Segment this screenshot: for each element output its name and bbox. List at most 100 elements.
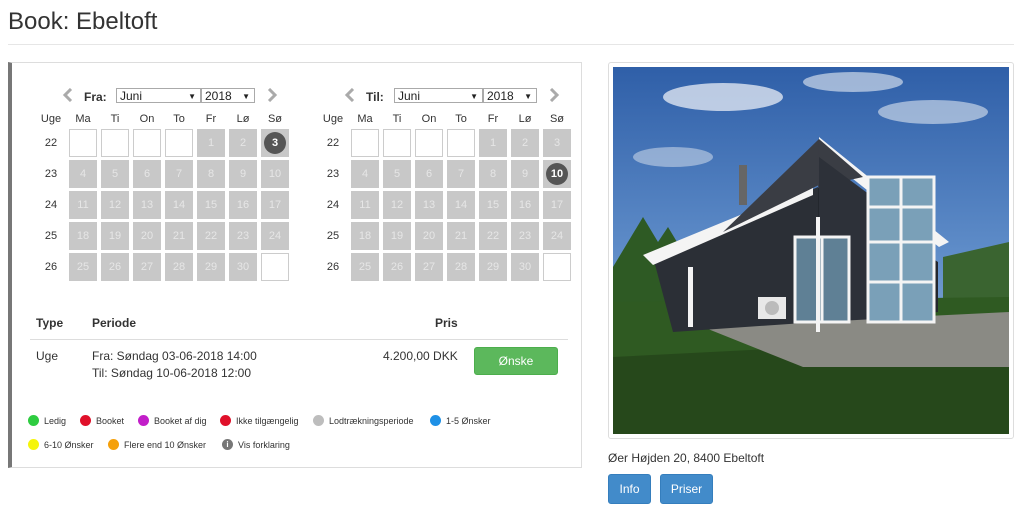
calendar-day[interactable]: 3 [543,129,571,157]
wish-button[interactable]: Ønske [474,347,558,375]
calendar-day[interactable]: 20 [415,222,443,250]
day-header: Ma [75,113,91,125]
calendar-day[interactable]: 9 [511,160,539,188]
calendar-day-empty[interactable] [69,129,97,157]
info-button[interactable]: Info [608,474,651,504]
next-month-icon[interactable] [548,88,560,102]
to-year-select[interactable]: 2018 ▼ [483,88,537,103]
calendar-day[interactable]: 11 [351,191,379,219]
calendar-day[interactable]: 8 [479,160,507,188]
info-icon: i [222,439,233,451]
year-value: 2018 [487,89,514,103]
calendar-day[interactable]: 2 [511,129,539,157]
calendar-day[interactable]: 21 [165,222,193,250]
calendar-day[interactable]: 26 [101,253,129,281]
calendar-day[interactable]: 1 [479,129,507,157]
calendar-day[interactable]: 5 [101,160,129,188]
to-month-select[interactable]: Juni ▼ [394,88,483,103]
calendar-day[interactable]: 12 [101,191,129,219]
to-label: Til: [366,90,384,104]
calendar-day[interactable]: 6 [133,160,161,188]
calendar-day[interactable]: 18 [351,222,379,250]
booking-price: 4.200,00 DKK [383,349,458,363]
calendar-day[interactable]: 2 [229,129,257,157]
calendar-day-empty[interactable] [133,129,161,157]
calendar-day[interactable]: 23 [511,222,539,250]
calendar-day[interactable]: 11 [69,191,97,219]
calendar-day[interactable]: 7 [165,160,193,188]
calendar-day[interactable]: 17 [543,191,571,219]
legend-item-lodtraekning: Lodtrækningsperiode [313,415,414,427]
calendar-day[interactable]: 9 [229,160,257,188]
calendar-day-selected[interactable]: 3 [261,129,289,157]
prev-month-icon[interactable] [344,88,356,102]
calendar-day[interactable]: 7 [447,160,475,188]
calendar-day[interactable]: 6 [415,160,443,188]
calendar-day-empty[interactable] [261,253,289,281]
calendar-day[interactable]: 25 [351,253,379,281]
property-image-frame [608,62,1014,439]
calendar-day[interactable]: 27 [133,253,161,281]
calendar-day[interactable]: 18 [69,222,97,250]
calendar-day[interactable]: 10 [261,160,289,188]
calendar-day-empty[interactable] [543,253,571,281]
calendar-day[interactable]: 13 [415,191,443,219]
calendar-day[interactable]: 30 [511,253,539,281]
calendar-day[interactable]: 29 [197,253,225,281]
calendar-day[interactable]: 23 [229,222,257,250]
calendar-day[interactable]: 20 [133,222,161,250]
calendar-day[interactable]: 28 [447,253,475,281]
calendar-day[interactable]: 19 [383,222,411,250]
calendar-day[interactable]: 19 [101,222,129,250]
week-number: 22 [44,137,58,149]
calendar-day[interactable]: 16 [511,191,539,219]
week-number: 23 [326,168,340,180]
calendar-day[interactable]: 17 [261,191,289,219]
calendar-day[interactable]: 28 [165,253,193,281]
calendar-day[interactable]: 16 [229,191,257,219]
calendar-day[interactable]: 22 [197,222,225,250]
calendar-day-selected[interactable]: 10 [543,160,571,188]
calendar-day[interactable]: 24 [261,222,289,250]
calendar-day[interactable]: 22 [479,222,507,250]
calendar-day[interactable]: 1 [197,129,225,157]
calendar-day[interactable]: 15 [479,191,507,219]
day-header: Ti [392,113,402,125]
calendar-day[interactable]: 30 [229,253,257,281]
day-header: Uge [40,113,62,125]
week-number: 22 [326,137,340,149]
col-header-periode: Periode [92,316,137,330]
prev-month-icon[interactable] [62,88,74,102]
calendar-day[interactable]: 14 [447,191,475,219]
month-value: Juni [120,89,143,103]
calendar-day-empty[interactable] [351,129,379,157]
calendar-day-empty[interactable] [383,129,411,157]
col-header-type: Type [36,316,64,330]
calendar-day[interactable]: 15 [197,191,225,219]
legend-label: Flere end 10 Ønsker [124,440,207,450]
calendar-day-empty[interactable] [101,129,129,157]
calendar-day[interactable]: 27 [415,253,443,281]
show-legend-link[interactable]: i Vis forklaring [222,439,290,451]
calendar-day[interactable]: 14 [165,191,193,219]
calendar-day-empty[interactable] [447,129,475,157]
calendar-day[interactable]: 4 [69,160,97,188]
from-month-select[interactable]: Juni ▼ [116,88,201,103]
calendar-day[interactable]: 25 [69,253,97,281]
calendar-day[interactable]: 21 [447,222,475,250]
calendar-day[interactable]: 29 [479,253,507,281]
next-month-icon[interactable] [266,88,278,102]
calendar-day[interactable]: 5 [383,160,411,188]
calendar-day[interactable]: 24 [543,222,571,250]
calendar-day[interactable]: 13 [133,191,161,219]
from-year-select[interactable]: 2018 ▼ [201,88,255,103]
calendar-day[interactable]: 8 [197,160,225,188]
calendar-day[interactable]: 4 [351,160,379,188]
day-header: Lø [236,113,250,125]
calendar-day-empty[interactable] [165,129,193,157]
prices-button[interactable]: Priser [660,474,713,504]
calendar-day-empty[interactable] [415,129,443,157]
day-header: To [173,113,185,125]
calendar-day[interactable]: 26 [383,253,411,281]
calendar-day[interactable]: 12 [383,191,411,219]
